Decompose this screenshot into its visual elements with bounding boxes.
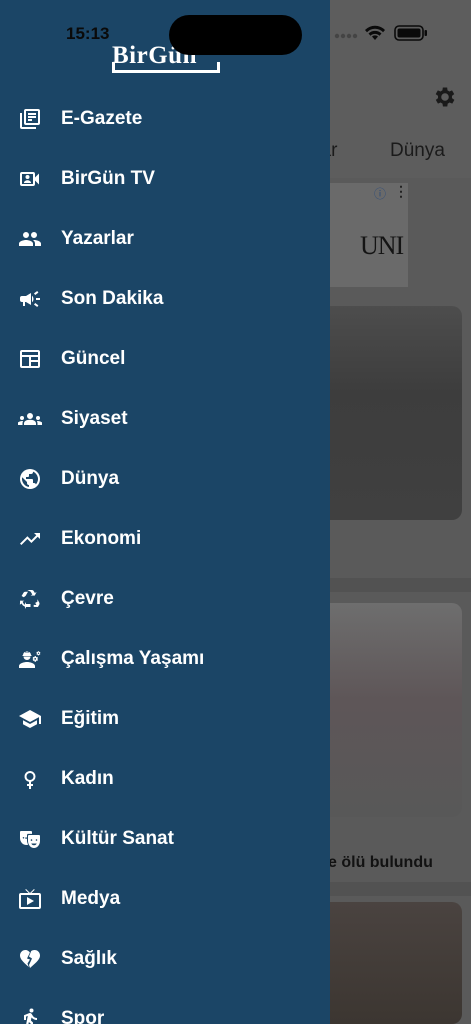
signal-icon — [334, 33, 358, 39]
menu-item-yazarlar[interactable]: Yazarlar — [0, 209, 330, 269]
graduation-cap-icon — [18, 707, 42, 731]
menu-item-medya[interactable]: Medya — [0, 869, 330, 929]
megaphone-icon — [18, 287, 42, 311]
menu-item-cevre[interactable]: Çevre — [0, 569, 330, 629]
heart-broken-icon — [18, 947, 42, 971]
menu-item-spor[interactable]: Spor — [0, 989, 330, 1024]
menu-item-siyaset[interactable]: Siyaset — [0, 389, 330, 449]
menu-item-label: Çevre — [61, 588, 114, 609]
female-symbol-icon — [18, 767, 42, 791]
menu-item-ekonomi[interactable]: Ekonomi — [0, 509, 330, 569]
divider — [330, 882, 471, 896]
menu-item-kultur-sanat[interactable]: Kültür Sanat — [0, 809, 330, 869]
running-icon — [18, 1007, 42, 1024]
ad-text: UNI — [360, 231, 404, 260]
menu-item-label: Kültür Sanat — [61, 828, 174, 849]
menu-item-label: Kadın — [61, 768, 114, 789]
menu-item-label: Güncel — [61, 348, 126, 369]
menu-item-e-gazete[interactable]: E-Gazete — [0, 89, 330, 149]
groups-icon — [18, 407, 42, 431]
menu-item-label: Son Dakika — [61, 288, 164, 309]
navigation-drawer: BirGün E-Gazete BirGün TV Yazarlar Son D… — [0, 0, 330, 1024]
divider — [330, 578, 471, 592]
menu-item-label: BirGün TV — [61, 168, 155, 189]
tab-dunya[interactable]: Dünya — [390, 140, 445, 162]
tv-play-icon — [18, 887, 42, 911]
worker-gear-icon — [18, 647, 42, 671]
battery-icon — [394, 25, 427, 41]
settings-gear-icon[interactable] — [432, 84, 458, 110]
recycle-icon — [18, 587, 42, 611]
menu-item-label: Yazarlar — [61, 228, 134, 249]
calendar-view-icon — [18, 347, 42, 371]
theater-masks-icon — [18, 827, 42, 851]
status-time: 15:13 — [66, 24, 110, 43]
dynamic-island — [169, 15, 302, 55]
menu-item-birgun-tv[interactable]: BirGün TV — [0, 149, 330, 209]
wifi-icon — [365, 25, 385, 40]
menu-item-egitim[interactable]: Eğitim — [0, 689, 330, 749]
newspaper-icon — [18, 107, 42, 131]
menu-item-label: E-Gazete — [61, 108, 143, 129]
globe-icon — [18, 467, 42, 491]
menu-item-label: Sağlık — [61, 948, 117, 969]
news-card-title[interactable]: e ölü bulundu — [328, 854, 433, 872]
menu-item-son-dakika[interactable]: Son Dakika — [0, 269, 330, 329]
menu-item-kadin[interactable]: Kadın — [0, 749, 330, 809]
menu-item-label: Çalışma Yaşamı — [61, 648, 205, 669]
ad-info-icon[interactable]: ⓘ — [374, 185, 386, 202]
menu-item-label: Medya — [61, 888, 121, 909]
menu-item-label: Siyaset — [61, 408, 128, 429]
drawer-menu: E-Gazete BirGün TV Yazarlar Son Dakika G — [0, 89, 330, 1024]
menu-item-label: Dünya — [61, 468, 120, 489]
ad-more-icon[interactable]: ⋮ — [394, 183, 408, 200]
menu-item-guncel[interactable]: Güncel — [0, 329, 330, 389]
menu-item-saglik[interactable]: Sağlık — [0, 929, 330, 989]
menu-item-calisma-yasami[interactable]: Çalışma Yaşamı — [0, 629, 330, 689]
menu-item-dunya[interactable]: Dünya — [0, 449, 330, 509]
menu-item-label: Ekonomi — [61, 528, 142, 549]
video-contact-icon — [18, 167, 42, 191]
people-icon — [18, 227, 42, 251]
menu-item-label: Eğitim — [61, 708, 120, 729]
menu-item-label: Spor — [61, 1008, 105, 1024]
trending-up-icon — [18, 527, 42, 551]
